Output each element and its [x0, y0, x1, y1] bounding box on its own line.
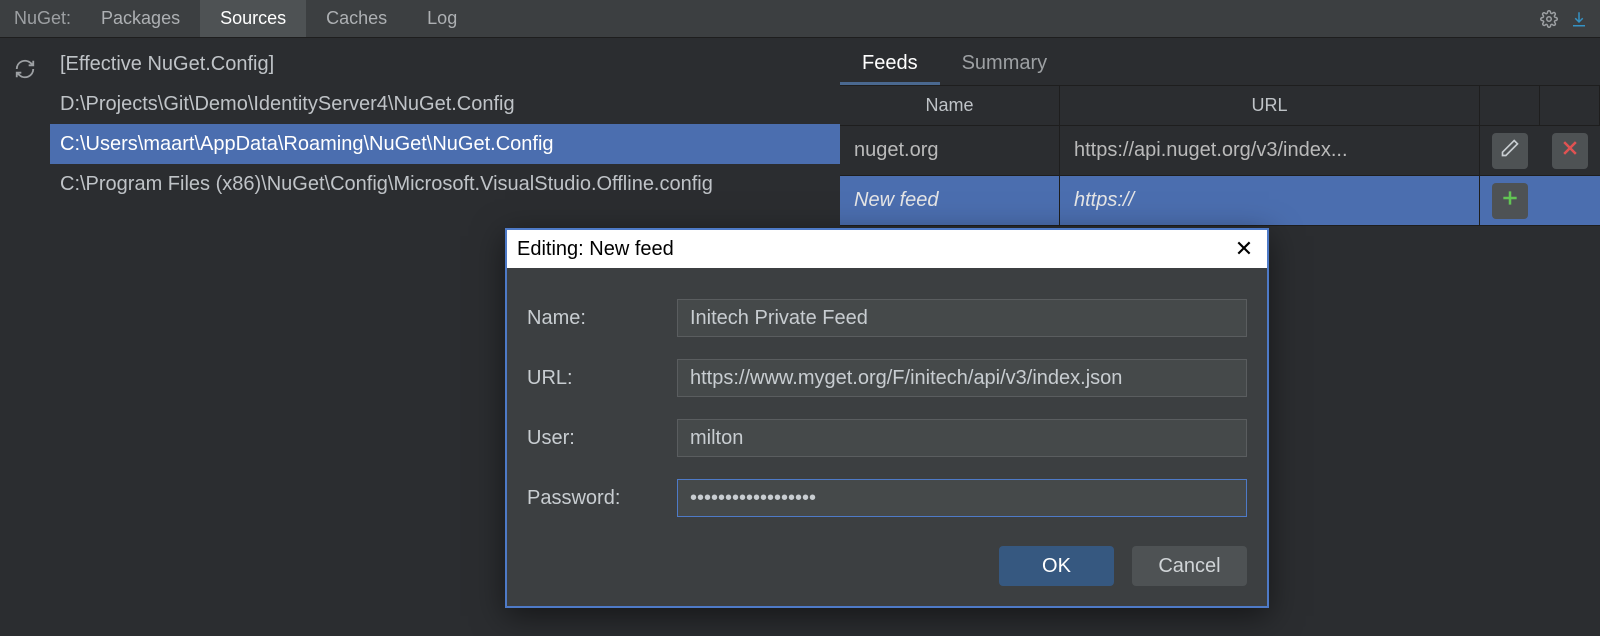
url-input[interactable]: [677, 359, 1247, 397]
edit-feed-dialog: Editing: New feed ✕ Name: URL: User: Pas…: [505, 228, 1269, 608]
config-file-item[interactable]: C:\Program Files (x86)\NuGet\Config\Micr…: [50, 164, 840, 204]
config-file-item[interactable]: D:\Projects\Git\Demo\IdentityServer4\NuG…: [50, 84, 840, 124]
pencil-icon: [1500, 138, 1520, 163]
tab-sources[interactable]: Sources: [200, 0, 306, 37]
dialog-body: Name: URL: User: Password:: [507, 268, 1267, 528]
name-input[interactable]: [677, 299, 1247, 337]
password-label: Password:: [527, 487, 677, 510]
dialog-titlebar: Editing: New feed ✕: [507, 230, 1267, 268]
url-label: URL:: [527, 367, 677, 390]
feed-name-cell: New feed: [840, 176, 1060, 225]
download-icon: [1570, 10, 1588, 28]
add-feed-button[interactable]: [1492, 183, 1528, 219]
settings-button[interactable]: [1534, 0, 1564, 37]
plus-icon: [1500, 188, 1520, 213]
user-label: User:: [527, 427, 677, 450]
tab-feeds[interactable]: Feeds: [840, 44, 940, 85]
close-icon: ✕: [1235, 236, 1253, 262]
refresh-icon: [14, 58, 36, 85]
feed-row[interactable]: New feed https://: [840, 176, 1600, 226]
refresh-button[interactable]: [10, 56, 40, 86]
toolbar-title: NuGet:: [4, 0, 81, 37]
name-label: Name:: [527, 307, 677, 330]
user-input[interactable]: [677, 419, 1247, 457]
gear-icon: [1540, 10, 1558, 28]
ok-button[interactable]: OK: [999, 546, 1114, 586]
feed-table-header: Name URL: [840, 86, 1600, 126]
feed-row[interactable]: nuget.org https://api.nuget.org/v3/index…: [840, 126, 1600, 176]
feed-url-cell: https://: [1060, 176, 1480, 225]
cancel-button[interactable]: Cancel: [1132, 546, 1247, 586]
edit-feed-button[interactable]: [1492, 133, 1528, 169]
feed-url-cell: https://api.nuget.org/v3/index...: [1060, 126, 1480, 175]
tab-caches[interactable]: Caches: [306, 0, 407, 37]
config-file-item[interactable]: [Effective NuGet.Config]: [50, 44, 840, 84]
feed-name-cell: nuget.org: [840, 126, 1060, 175]
dialog-close-button[interactable]: ✕: [1221, 230, 1267, 268]
left-gutter: [0, 38, 50, 636]
tab-summary[interactable]: Summary: [940, 44, 1070, 85]
feed-tabs: Feeds Summary: [840, 44, 1600, 86]
delete-feed-button[interactable]: [1552, 133, 1588, 169]
column-header-name: Name: [840, 86, 1060, 125]
dialog-title-text: Editing: New feed: [517, 238, 674, 261]
column-header-url: URL: [1060, 86, 1480, 125]
download-button[interactable]: [1564, 0, 1594, 37]
config-file-item[interactable]: C:\Users\maart\AppData\Roaming\NuGet\NuG…: [50, 124, 840, 164]
dialog-button-row: OK Cancel: [507, 528, 1267, 606]
delete-icon: [1560, 138, 1580, 163]
top-toolbar: NuGet: Packages Sources Caches Log: [0, 0, 1600, 38]
password-input[interactable]: [677, 479, 1247, 517]
tab-packages[interactable]: Packages: [81, 0, 200, 37]
tab-log[interactable]: Log: [407, 0, 477, 37]
